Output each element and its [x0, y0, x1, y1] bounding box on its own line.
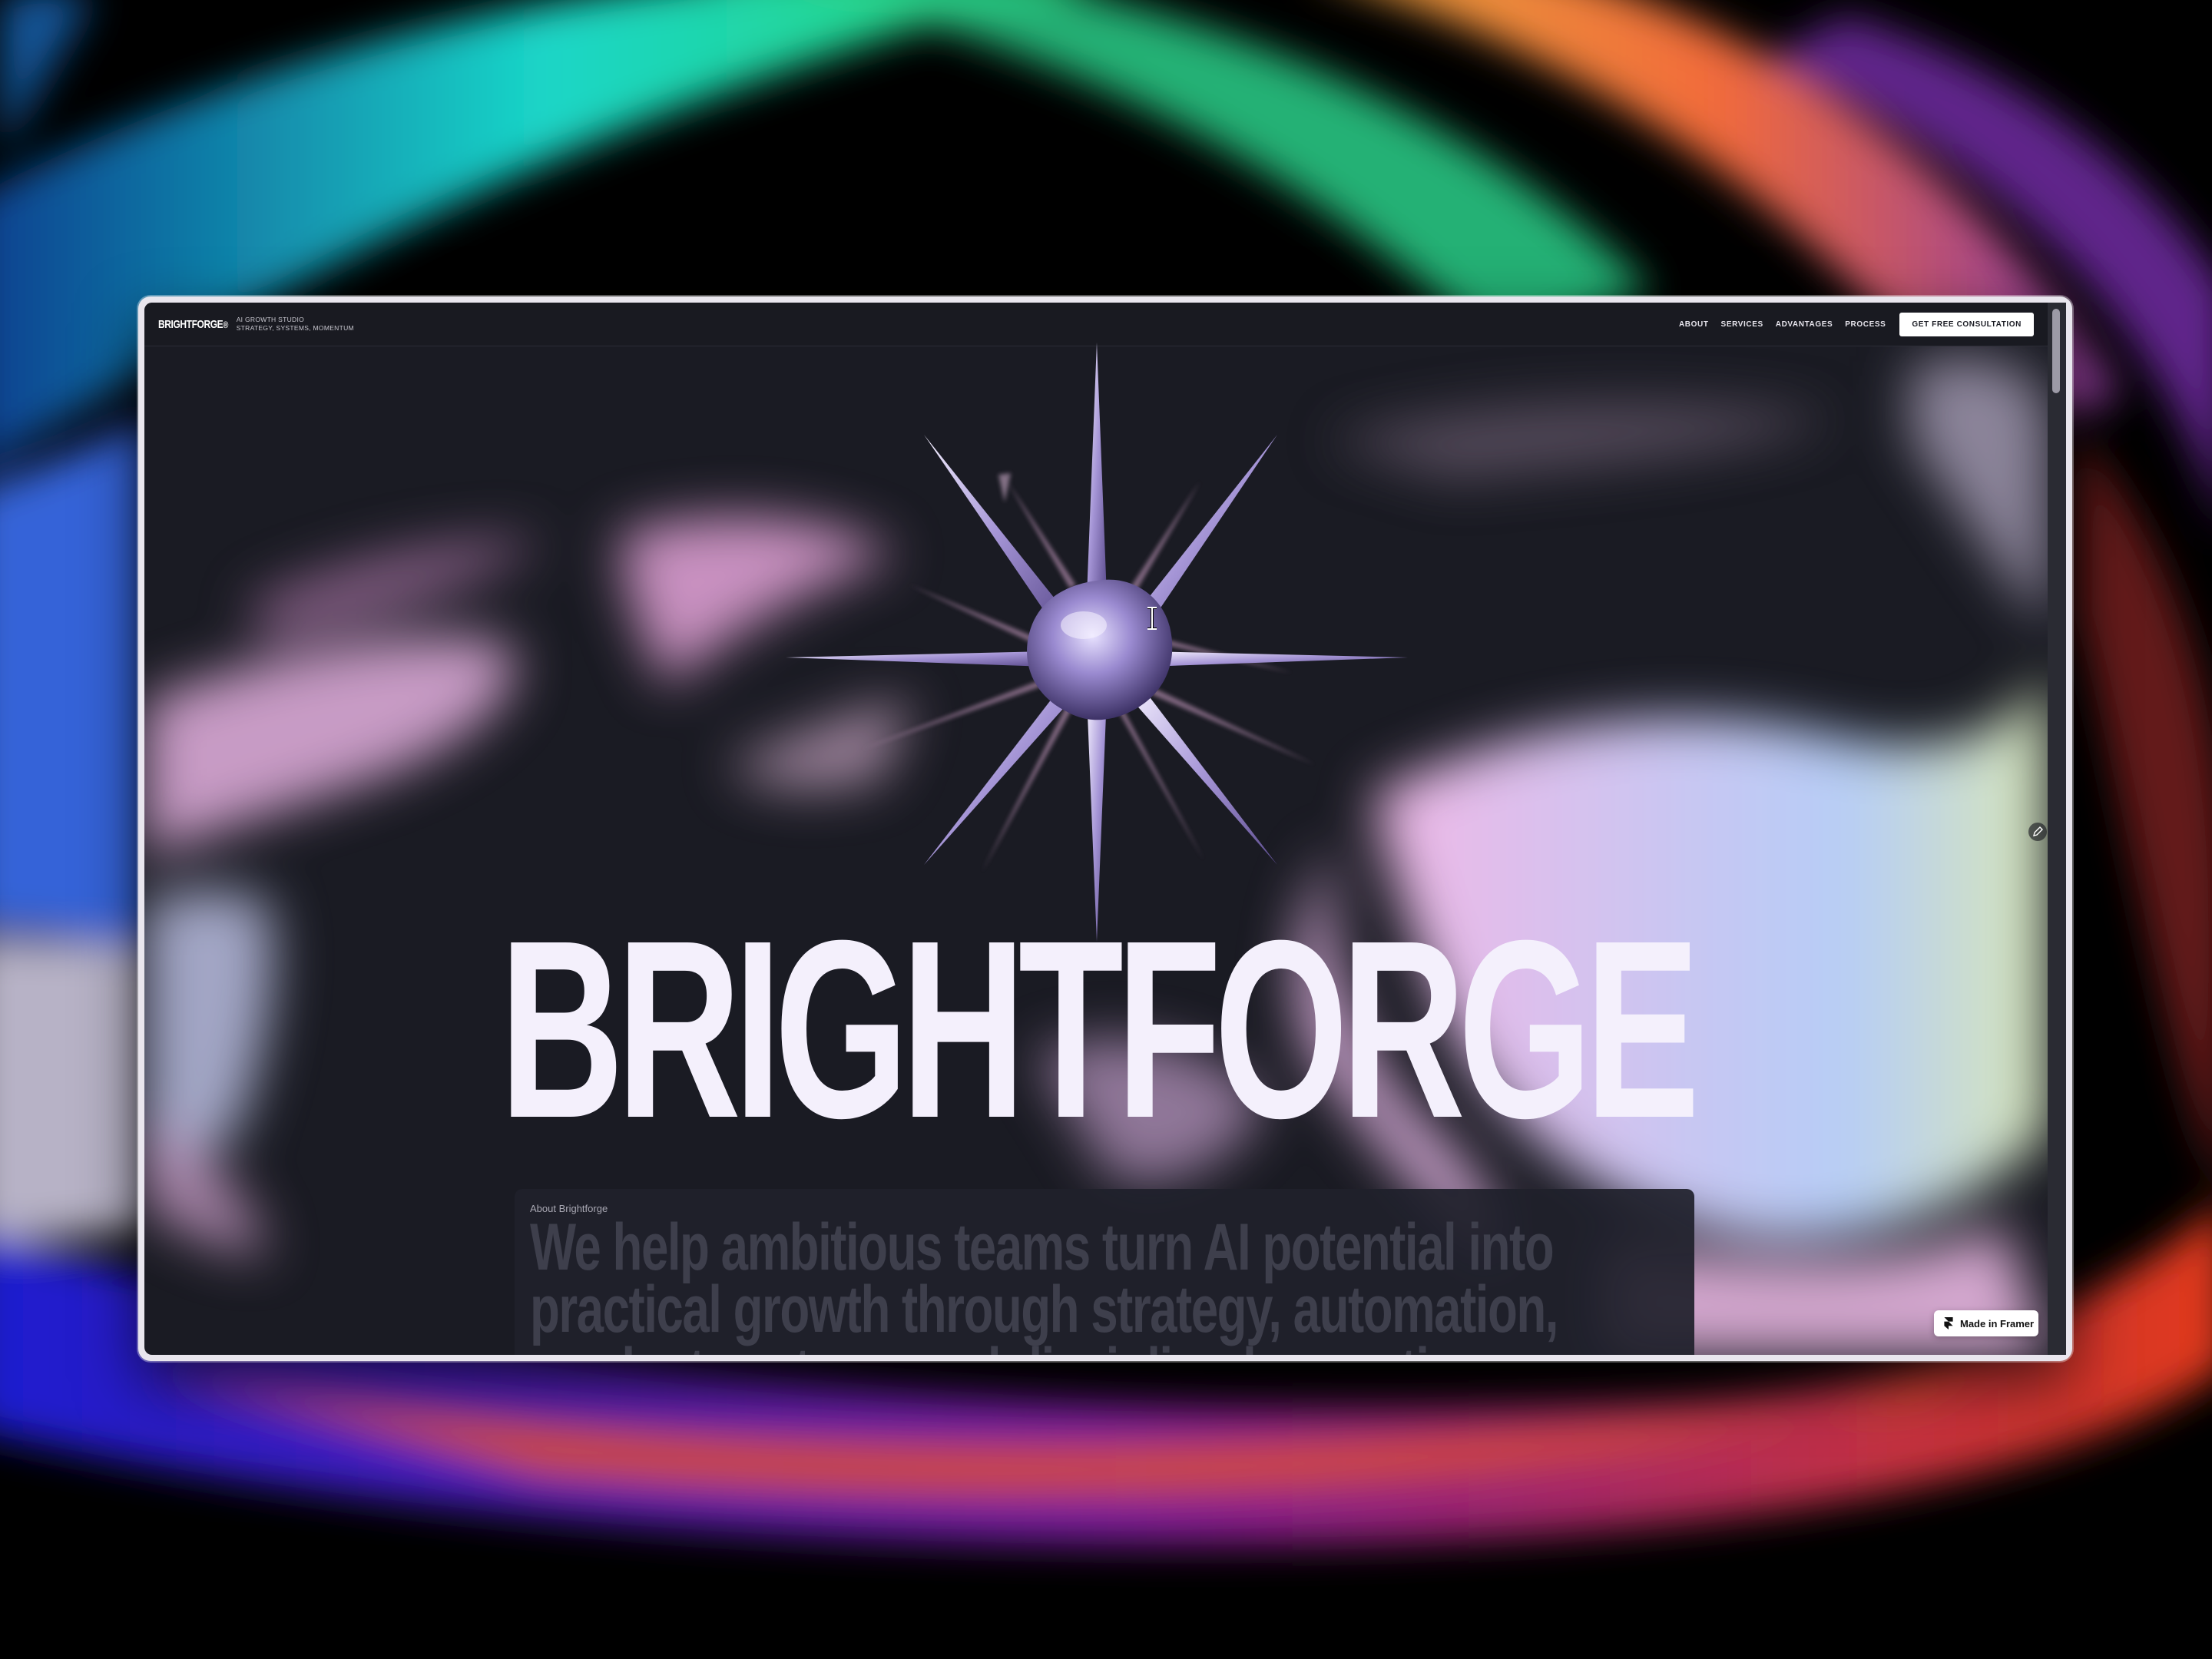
browser-window: BRIGHTFORGE® AI GROWTH STUDIO STRATEGY, … [138, 296, 2072, 1361]
made-in-framer-label: Made in Framer [1960, 1317, 2035, 1330]
edit-pen-icon[interactable] [2028, 822, 2048, 842]
nav-links: ABOUT SERVICES ADVANTAGES PROCESS GET FR… [1679, 312, 2034, 336]
nav-link-advantages[interactable]: ADVANTAGES [1776, 320, 1833, 329]
brand-tagline: AI GROWTH STUDIO STRATEGY, SYSTEMS, MOME… [236, 316, 354, 332]
framer-logo-icon [1944, 1317, 1953, 1330]
website-viewport: BRIGHTFORGE® AI GROWTH STUDIO STRATEGY, … [144, 303, 2048, 1355]
nav-link-about[interactable]: ABOUT [1679, 320, 1709, 329]
hero-wordmark: BRIGHTFORGE [499, 887, 1700, 1171]
scrollbar-thumb[interactable] [2052, 309, 2060, 393]
text-cursor-icon [1147, 607, 1157, 630]
get-free-consultation-button[interactable]: GET FREE CONSULTATION [1899, 312, 2034, 336]
made-in-framer-badge[interactable]: Made in Framer [1934, 1310, 2038, 1336]
nav-link-process[interactable]: PROCESS [1845, 320, 1886, 329]
scrollbar[interactable] [2048, 303, 2066, 1355]
star-burst-icon [786, 343, 1408, 942]
nav-link-services[interactable]: SERVICES [1721, 320, 1763, 329]
about-card: About Brightforge We help ambitious team… [515, 1189, 1694, 1355]
brand-logo[interactable]: BRIGHTFORGE® [158, 318, 228, 331]
about-text: We help ambitious teams turn AI potentia… [530, 1210, 1558, 1355]
